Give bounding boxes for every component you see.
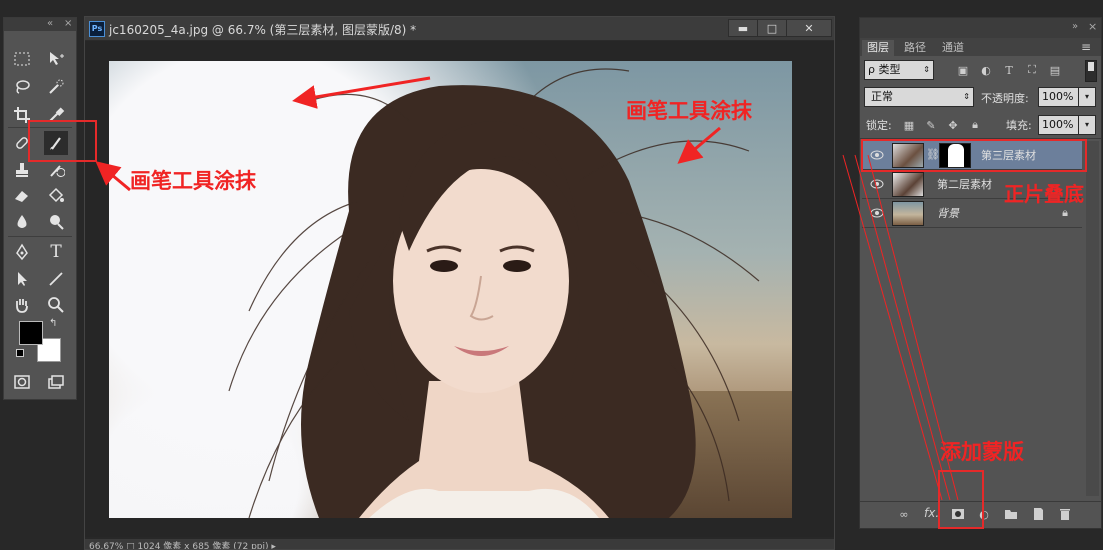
lock-transparent-icon[interactable]: ▦ xyxy=(902,118,916,132)
lock-pixels-icon[interactable]: ✎ xyxy=(924,118,938,132)
layer-thumbnail[interactable] xyxy=(892,172,924,197)
layers-scrollbar[interactable] xyxy=(1086,141,1099,496)
visibility-eye-icon[interactable] xyxy=(870,207,884,218)
panel-menu-icon[interactable]: ≡ xyxy=(1081,40,1091,54)
tab-layers[interactable]: 图层 xyxy=(862,40,894,56)
maximize-button[interactable]: □ xyxy=(757,19,787,37)
document-title: jc160205_4a.jpg @ 66.7% (第三层素材, 图层蒙版/8) … xyxy=(109,23,417,37)
annotation-normal-overlay: 正片叠底 xyxy=(1004,182,1084,206)
blur-tool-icon[interactable] xyxy=(10,210,34,234)
blend-mode-select[interactable]: 正常 ⇕ xyxy=(864,87,974,107)
move-tool-icon[interactable] xyxy=(44,47,68,71)
line-tool-icon[interactable] xyxy=(44,267,68,291)
screen-mode-icon[interactable] xyxy=(44,370,68,394)
opacity-input[interactable]: 100% xyxy=(1038,87,1079,107)
zoom-tool-icon[interactable] xyxy=(44,293,68,317)
tools-panel: « × T ↰ xyxy=(3,17,77,400)
close-button[interactable]: ✕ xyxy=(786,19,832,37)
lock-icon: 🔒︎ xyxy=(1062,206,1068,219)
opacity-label: 不透明度: xyxy=(981,92,1029,105)
type-tool-icon[interactable]: T xyxy=(44,240,68,264)
photo-canvas[interactable] xyxy=(109,61,792,518)
eraser-tool-icon[interactable] xyxy=(10,184,34,208)
layers-panel-header: » × xyxy=(860,18,1101,38)
layer-filter-label: ρ 类型 xyxy=(868,63,901,76)
layer-name[interactable]: 背景 xyxy=(937,205,959,221)
pixel-filter-icon[interactable]: ▣ xyxy=(956,63,970,77)
brush-tool-highlight-box xyxy=(28,120,97,162)
smart-object-filter-icon[interactable]: ▤ xyxy=(1048,63,1062,77)
close-icon[interactable]: × xyxy=(1088,20,1097,33)
annotation-brush-tool-left: 画笔工具涂抹 xyxy=(130,169,256,193)
selected-layer-highlight-box xyxy=(861,139,1087,172)
photoshop-logo-icon: Ps xyxy=(89,21,105,37)
add-mask-highlight-box xyxy=(938,470,984,529)
fx-icon[interactable]: fx. xyxy=(924,506,939,520)
tab-channels[interactable]: 通道 xyxy=(942,40,964,56)
marquee-tool-icon[interactable] xyxy=(10,47,34,71)
default-colors-icon[interactable] xyxy=(16,349,25,358)
hand-tool-icon[interactable] xyxy=(10,293,34,317)
collapse-icon[interactable]: « xyxy=(47,18,53,29)
foreground-color-swatch[interactable] xyxy=(19,321,43,345)
annotation-add-mask: 添加蒙版 xyxy=(940,440,1024,464)
annotation-brush-tool-top: 画笔工具涂抹 xyxy=(626,99,752,123)
link-icon[interactable]: ∞ xyxy=(897,507,911,521)
swap-colors-icon[interactable]: ↰ xyxy=(49,318,57,329)
collapse-icon[interactable]: » xyxy=(1072,21,1078,32)
fill-dropdown-icon[interactable]: ▾ xyxy=(1078,115,1096,135)
close-icon[interactable]: × xyxy=(64,18,72,29)
tools-panel-header: « × xyxy=(4,18,76,31)
chevron-updown-icon: ⇕ xyxy=(963,92,970,101)
folder-icon[interactable] xyxy=(1004,507,1018,521)
opacity-dropdown-icon[interactable]: ▾ xyxy=(1078,87,1096,107)
filter-toggle[interactable] xyxy=(1085,60,1097,82)
path-selection-tool-icon[interactable] xyxy=(10,267,34,291)
fill-label: 填充: xyxy=(1006,119,1032,132)
lasso-tool-icon[interactable] xyxy=(10,75,34,99)
paint-bucket-tool-icon[interactable] xyxy=(44,184,68,208)
lock-all-icon[interactable]: 🔒︎ xyxy=(968,118,982,132)
tab-paths[interactable]: 路径 xyxy=(904,40,926,56)
document-titlebar[interactable]: Ps jc160205_4a.jpg @ 66.7% (第三层素材, 图层蒙版/… xyxy=(85,17,834,41)
lock-position-icon[interactable]: ✥ xyxy=(946,118,960,132)
panel-tab-strip xyxy=(860,38,1101,56)
portrait-illustration xyxy=(228,68,760,518)
visibility-eye-icon[interactable] xyxy=(870,178,884,189)
type-filter-icon[interactable]: T xyxy=(1002,63,1016,77)
lock-label: 锁定: xyxy=(866,119,892,132)
fill-input[interactable]: 100% xyxy=(1038,115,1079,135)
tools-separator xyxy=(8,236,72,237)
chevron-updown-icon: ⇕ xyxy=(923,65,930,74)
layer-thumbnail[interactable] xyxy=(892,201,924,226)
new-layer-icon[interactable] xyxy=(1031,507,1045,521)
blend-mode-value: 正常 xyxy=(871,90,893,103)
layer-name[interactable]: 第二层素材 xyxy=(937,176,992,192)
trash-icon[interactable] xyxy=(1058,507,1072,521)
layer-filter-select[interactable]: ρ 类型 ⇕ xyxy=(864,60,934,80)
adjustment-filter-icon[interactable]: ◐ xyxy=(979,63,993,77)
minimize-button[interactable]: ▬ xyxy=(728,19,758,37)
pen-tool-icon[interactable] xyxy=(10,240,34,264)
shape-filter-icon[interactable]: ⛶ xyxy=(1025,63,1039,77)
quick-mask-icon[interactable] xyxy=(10,370,34,394)
quick-selection-tool-icon[interactable] xyxy=(44,75,68,99)
dodge-tool-icon[interactable] xyxy=(44,210,68,234)
